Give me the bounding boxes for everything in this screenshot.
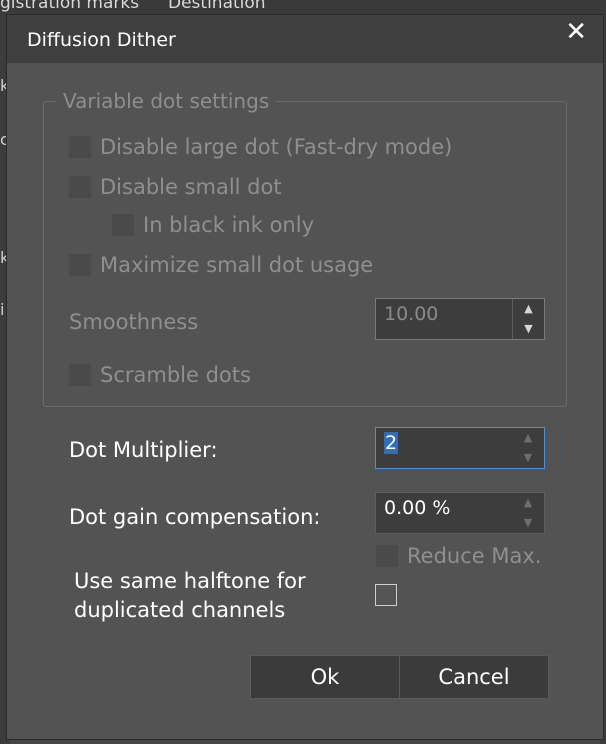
- black-ink-only-checkbox[interactable]: [112, 214, 134, 236]
- same-halftone-label-line2: duplicated channels: [74, 598, 286, 622]
- spin-up-icon[interactable]: ▲: [512, 428, 544, 448]
- disable-small-dot-option[interactable]: Disable small dot: [69, 175, 282, 199]
- disable-large-dot-option[interactable]: Disable large dot (Fast-dry mode): [69, 135, 452, 159]
- disable-small-dot-checkbox[interactable]: [69, 176, 91, 198]
- smoothness-value[interactable]: 10.00: [384, 303, 438, 325]
- reduce-max-label: Reduce Max.: [407, 544, 542, 568]
- dot-gain-stepper[interactable]: 0.00 % ▲ ▼: [375, 492, 545, 534]
- diffusion-dither-dialog: Diffusion Dither ✕ Variable dot settings…: [6, 14, 604, 740]
- background-tab-destination[interactable]: Destination: [168, 0, 266, 13]
- scramble-dots-label: Scramble dots: [100, 363, 251, 387]
- spin-down-icon[interactable]: ▼: [512, 448, 544, 468]
- smoothness-stepper[interactable]: 10.00 ▲ ▼: [375, 298, 545, 340]
- spin-down-icon[interactable]: ▼: [513, 319, 544, 339]
- same-halftone-checkbox[interactable]: [375, 584, 397, 606]
- spin-down-icon[interactable]: ▼: [512, 513, 544, 533]
- smoothness-label: Smoothness: [69, 310, 199, 334]
- smoothness-stepper-arrows: ▲ ▼: [512, 299, 544, 339]
- cancel-button[interactable]: Cancel: [399, 655, 549, 699]
- dialog-title: Diffusion Dither: [27, 29, 176, 51]
- dot-gain-value[interactable]: 0.00 %: [384, 497, 450, 519]
- dot-multiplier-label: Dot Multiplier:: [69, 438, 218, 462]
- maximize-small-dot-option[interactable]: Maximize small dot usage: [69, 253, 373, 277]
- dialog-titlebar[interactable]: Diffusion Dither ✕: [7, 15, 603, 63]
- maximize-small-dot-label: Maximize small dot usage: [100, 253, 374, 277]
- dot-gain-stepper-arrows: ▲ ▼: [512, 493, 544, 533]
- variable-dot-settings-title: Variable dot settings: [57, 89, 276, 113]
- dot-multiplier-stepper-arrows: ▲ ▼: [512, 428, 544, 468]
- reduce-max-checkbox[interactable]: [376, 545, 398, 567]
- background-letter: i: [0, 300, 5, 319]
- black-ink-only-option[interactable]: In black ink only: [112, 213, 314, 237]
- ok-button[interactable]: Ok: [250, 655, 400, 699]
- dot-multiplier-value[interactable]: 2: [384, 432, 399, 454]
- spin-up-icon[interactable]: ▲: [513, 299, 544, 319]
- disable-large-dot-checkbox[interactable]: [69, 136, 91, 158]
- background-tab-registration[interactable]: gistration marks: [0, 0, 139, 13]
- background-tab-bar: gistration marks Destination: [0, 0, 606, 14]
- scramble-dots-checkbox[interactable]: [69, 364, 91, 386]
- close-icon[interactable]: ✕: [565, 19, 587, 45]
- black-ink-only-label: In black ink only: [143, 213, 314, 237]
- spin-up-icon[interactable]: ▲: [512, 493, 544, 513]
- same-halftone-label-line1: Use same halftone for: [74, 569, 306, 593]
- maximize-small-dot-checkbox[interactable]: [69, 254, 91, 276]
- scramble-dots-option[interactable]: Scramble dots: [69, 363, 251, 387]
- disable-small-dot-label: Disable small dot: [100, 175, 282, 199]
- reduce-max-option[interactable]: Reduce Max.: [376, 544, 541, 568]
- dot-multiplier-stepper[interactable]: 2 ▲ ▼: [375, 427, 545, 469]
- disable-large-dot-label: Disable large dot (Fast-dry mode): [100, 135, 453, 159]
- dot-gain-label: Dot gain compensation:: [69, 505, 321, 529]
